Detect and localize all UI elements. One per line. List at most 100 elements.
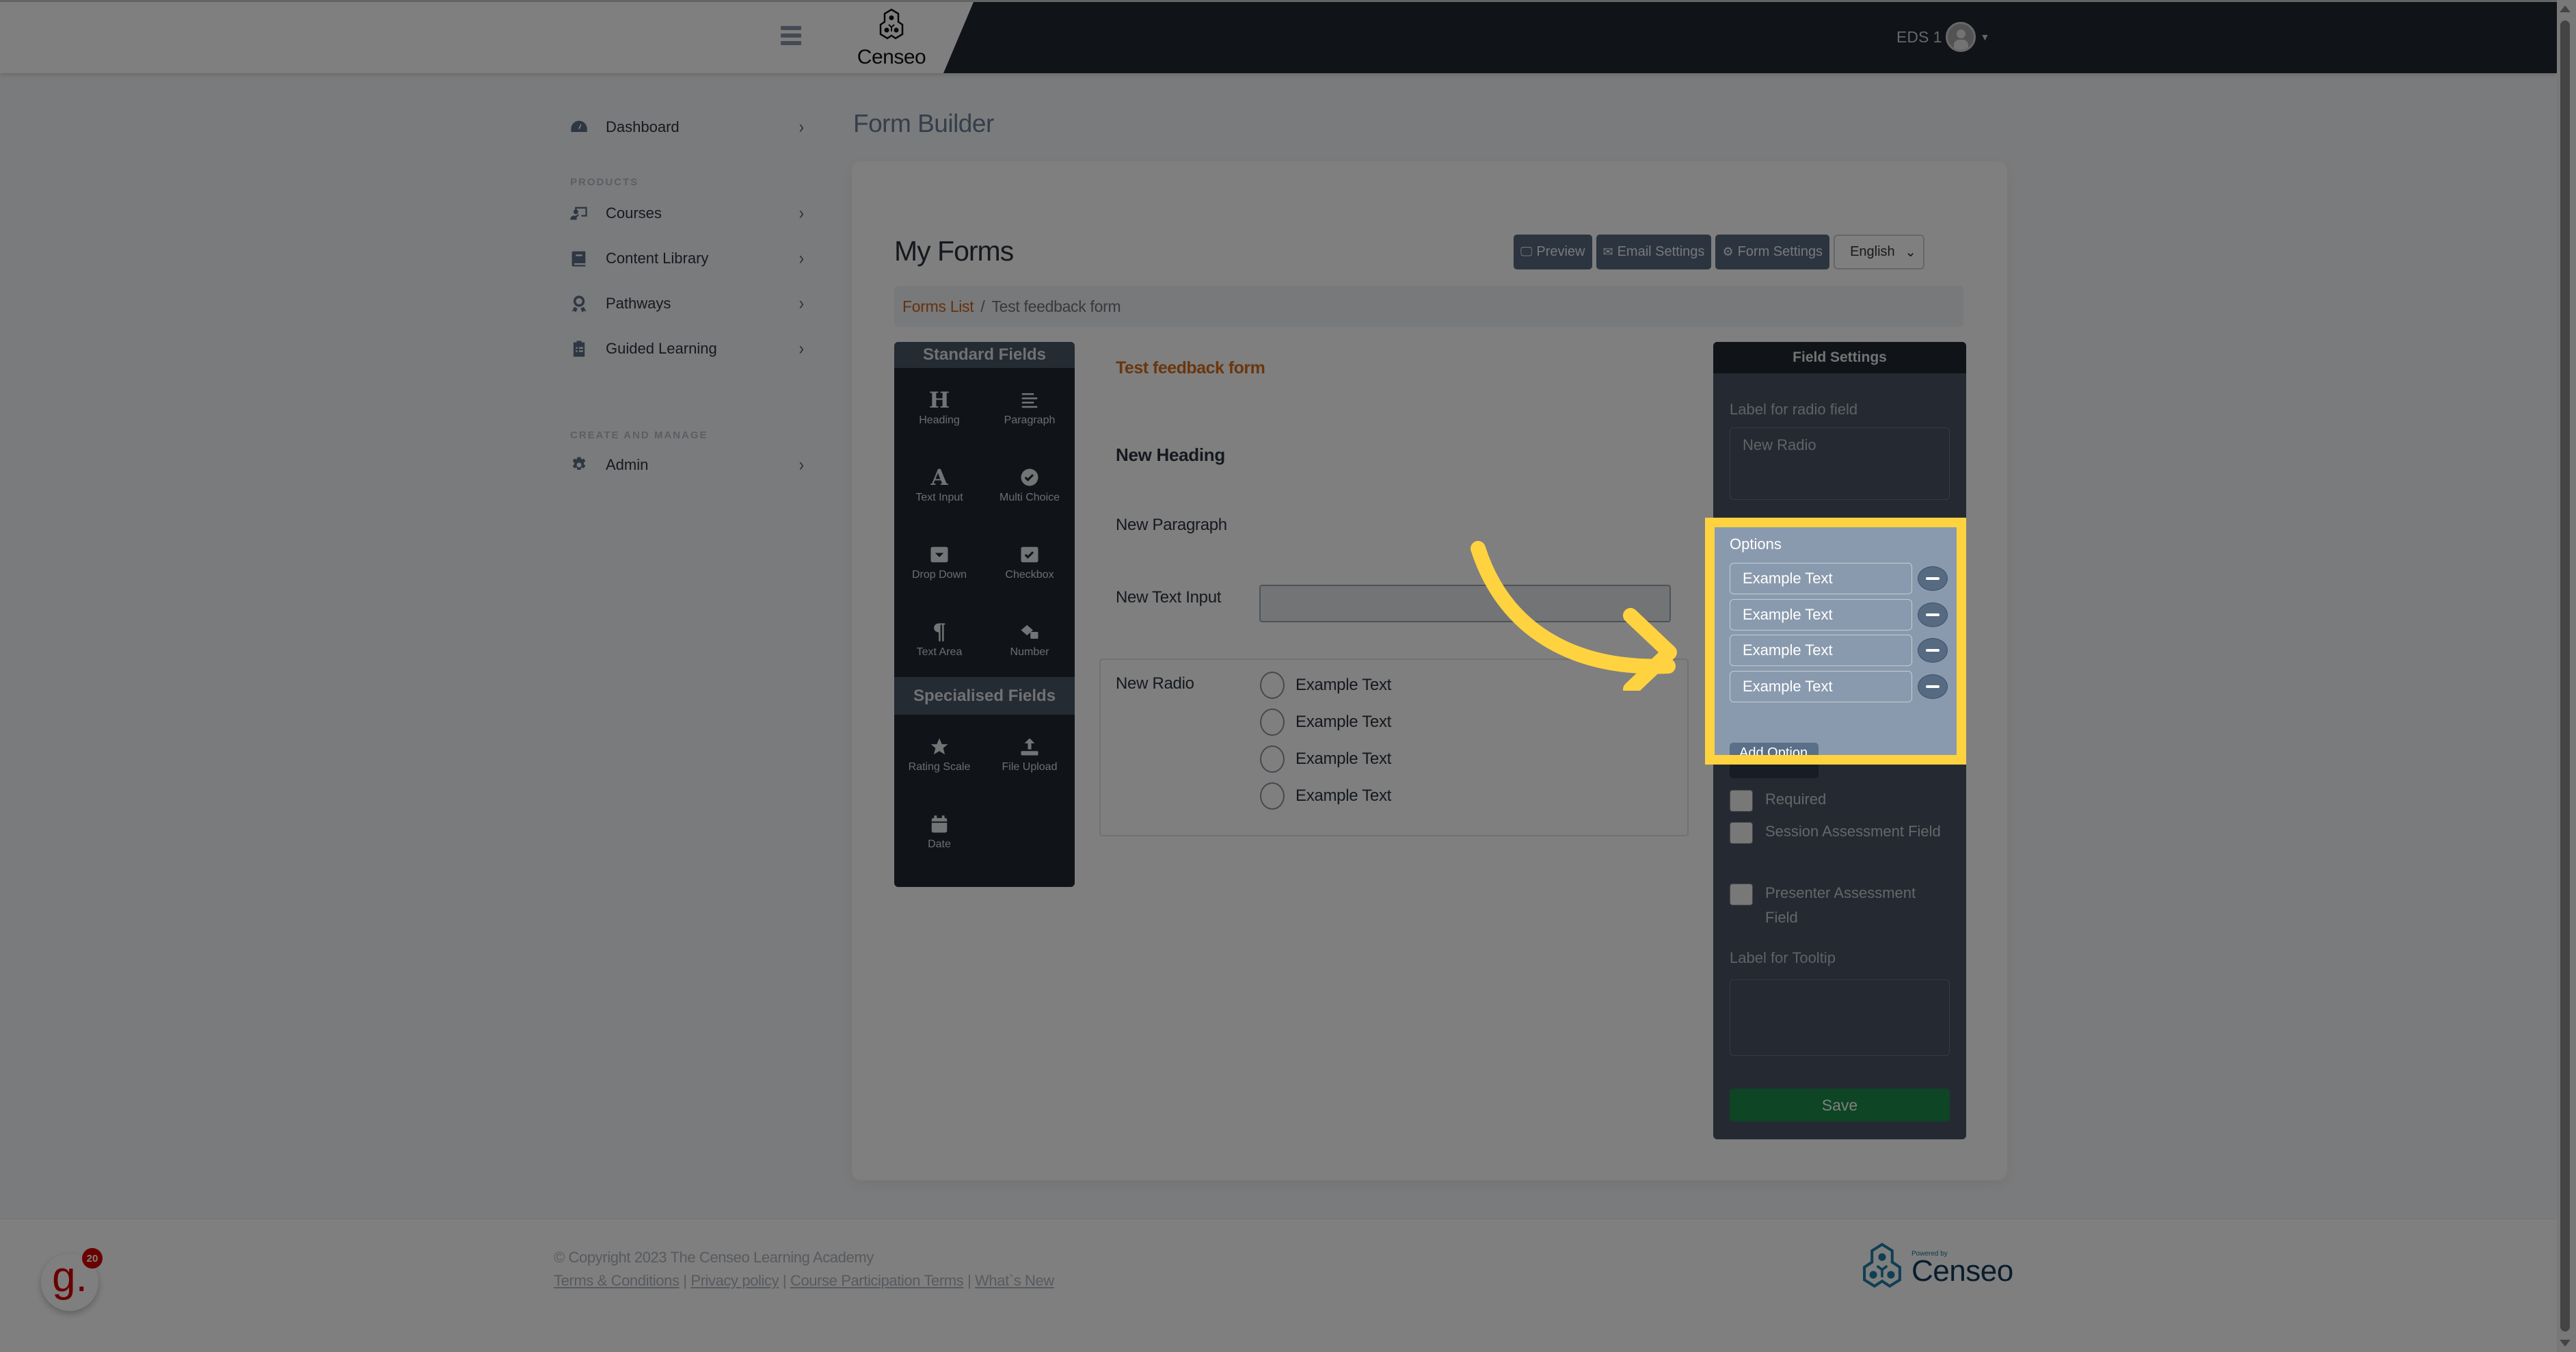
palette-item-paragraph[interactable]: Paragraph (984, 368, 1075, 445)
option-input[interactable]: Example Text (1730, 599, 1912, 631)
check-circle-icon (1019, 464, 1040, 490)
save-button[interactable]: Save (1730, 1089, 1950, 1122)
remove-option-minus-icon[interactable] (1918, 566, 1948, 591)
user-avatar-icon (1946, 22, 1976, 52)
canvas-radio-option[interactable]: Example Text (1260, 672, 1391, 699)
palette-item-text-area[interactable]: ¶ Text Area (894, 600, 984, 677)
option-input[interactable]: Example Text (1730, 563, 1912, 594)
breadcrumb-forms-list-link[interactable]: Forms List (902, 297, 974, 316)
text-input-icon: A (930, 464, 948, 490)
option-row: Example Text (1730, 599, 1948, 631)
radio-option-label: Example Text (1296, 713, 1392, 731)
canvas-heading-field[interactable]: New Heading (1116, 445, 1225, 466)
sidebar-label: Content Library (606, 250, 709, 267)
option-input[interactable]: Example Text (1730, 635, 1912, 666)
vertical-scrollbar[interactable] (2557, 0, 2576, 1352)
breadcrumb-separator: / (980, 297, 985, 315)
link-separator: | (683, 1272, 687, 1289)
presenter-assessment-checkbox-row[interactable]: Presenter Assessment Field (1730, 884, 1943, 930)
palette-item-file-upload[interactable]: File Upload (984, 715, 1075, 792)
palette-item-multi-choice[interactable]: Multi Choice (984, 445, 1075, 522)
chevron-right-icon: › (799, 202, 804, 224)
preview-button[interactable]: 🖵 Preview (1514, 235, 1592, 269)
terms-link[interactable]: Terms & Conditions (554, 1272, 680, 1289)
sidebar-label: Courses (606, 204, 662, 222)
option-input[interactable]: Example Text (1730, 671, 1912, 702)
radio-circle[interactable] (1260, 782, 1285, 810)
sidebar-item-pathways[interactable]: Pathways › (569, 290, 808, 317)
caret-down-icon: ▼ (1980, 31, 1990, 42)
g-help-widget[interactable]: g. 20 (41, 1248, 103, 1311)
session-assessment-checkbox[interactable] (1730, 822, 1753, 844)
field-settings-header: Field Settings (1713, 342, 1966, 373)
palette-item-checkbox[interactable]: Checkbox (984, 522, 1075, 600)
standard-fields-header: Standard Fields (894, 342, 1075, 368)
remove-option-minus-icon[interactable] (1918, 674, 1948, 699)
option-row: Example Text (1730, 671, 1948, 702)
required-checkbox-row[interactable]: Required (1730, 790, 1943, 812)
add-option-button-peek[interactable]: Add Option (1730, 743, 1819, 755)
scroll-up-arrow-icon[interactable] (2560, 5, 2571, 12)
radio-circle[interactable] (1260, 708, 1285, 736)
palette-item-rating-scale[interactable]: Rating Scale (894, 715, 984, 792)
options-caption: Options (1730, 535, 1782, 553)
palette-item-number[interactable]: Number (984, 600, 1075, 677)
privacy-link[interactable]: Privacy policy (690, 1272, 779, 1289)
radio-circle[interactable] (1260, 745, 1285, 773)
user-menu[interactable]: EDS 1 ▼ (1896, 22, 1989, 52)
hamburger-menu-icon[interactable] (781, 26, 801, 45)
session-assessment-checkbox-row[interactable]: Session Assessment Field (1730, 822, 1943, 844)
palette-label: Number (1010, 646, 1049, 658)
canvas-text-input[interactable] (1259, 585, 1671, 622)
censeo-logo[interactable]: Censeo (850, 7, 933, 68)
remove-option-minus-icon[interactable] (1918, 602, 1948, 627)
tooltip-textarea[interactable] (1730, 979, 1950, 1056)
language-value: English (1850, 244, 1895, 259)
copyright-text: © Copyright 2023 The Censeo Learning Aca… (554, 1249, 874, 1266)
palette-label: Rating Scale (908, 760, 971, 773)
sidebar-section-products: PRODUCTS (570, 176, 639, 188)
canvas-radio-option[interactable]: Example Text (1260, 782, 1391, 810)
radio-label-textarea[interactable]: New Radio (1730, 427, 1950, 500)
remove-option-minus-icon[interactable] (1918, 638, 1948, 663)
palette-item-date[interactable]: Date (894, 792, 984, 869)
email-settings-button[interactable]: ✉ Email Settings (1596, 235, 1712, 269)
form-settings-button[interactable]: ⚙ Form Settings (1715, 235, 1830, 269)
sidebar-section-create-manage: CREATE AND MANAGE (570, 429, 708, 441)
canvas-paragraph-field[interactable]: New Paragraph (1116, 516, 1227, 535)
palette-label: Checkbox (1005, 568, 1054, 581)
powered-by-censeo-logo[interactable]: Powered by Censeo (1857, 1242, 2013, 1293)
canvas-radio-option[interactable]: Example Text (1260, 708, 1391, 736)
chevron-down-icon: ⌄ (1905, 245, 1917, 260)
sidebar-label: Admin (606, 456, 649, 473)
sidebar-item-content-library[interactable]: Content Library › (569, 245, 808, 272)
award-icon (569, 293, 589, 314)
options-editor: Options Example Text Example Text Exampl… (1715, 527, 1957, 755)
desktop-icon: 🖵 (1520, 245, 1533, 259)
calendar-icon (929, 811, 950, 837)
palette-item-drop-down[interactable]: Drop Down (894, 522, 984, 600)
required-checkbox[interactable] (1730, 790, 1753, 812)
sidebar-item-courses[interactable]: Courses › (569, 200, 808, 227)
link-separator: | (967, 1272, 971, 1289)
language-select[interactable]: English ⌄ (1834, 235, 1925, 269)
sidebar-label: Pathways (606, 295, 671, 312)
sidebar-item-guided-learning[interactable]: Guided Learning › (569, 335, 808, 362)
radio-circle[interactable] (1260, 672, 1285, 699)
heading-icon: H (928, 386, 950, 413)
course-participation-terms-link[interactable]: Course Participation Terms (790, 1272, 964, 1289)
scroll-down-arrow-icon[interactable] (2560, 1340, 2571, 1347)
scrollbar-thumb[interactable] (2560, 21, 2570, 1331)
presenter-assessment-checkbox[interactable] (1730, 884, 1753, 905)
whats-new-link[interactable]: What`s New (975, 1272, 1054, 1289)
clipboard-list-icon (569, 339, 589, 359)
breadcrumb: Forms List / Test feedback form (894, 286, 1963, 327)
canvas-radio-option[interactable]: Example Text (1260, 745, 1391, 773)
logo-text: Censeo (857, 46, 926, 68)
sidebar-item-admin[interactable]: Admin › (569, 451, 808, 479)
paragraph-icon (1019, 387, 1040, 413)
palette-item-text-input[interactable]: A Text Input (894, 445, 984, 522)
palette-item-heading[interactable]: H Heading (894, 368, 984, 445)
field-palette: Standard Fields H Heading Paragraph A Te… (894, 342, 1075, 887)
sidebar-item-dashboard[interactable]: Dashboard › (569, 114, 808, 141)
